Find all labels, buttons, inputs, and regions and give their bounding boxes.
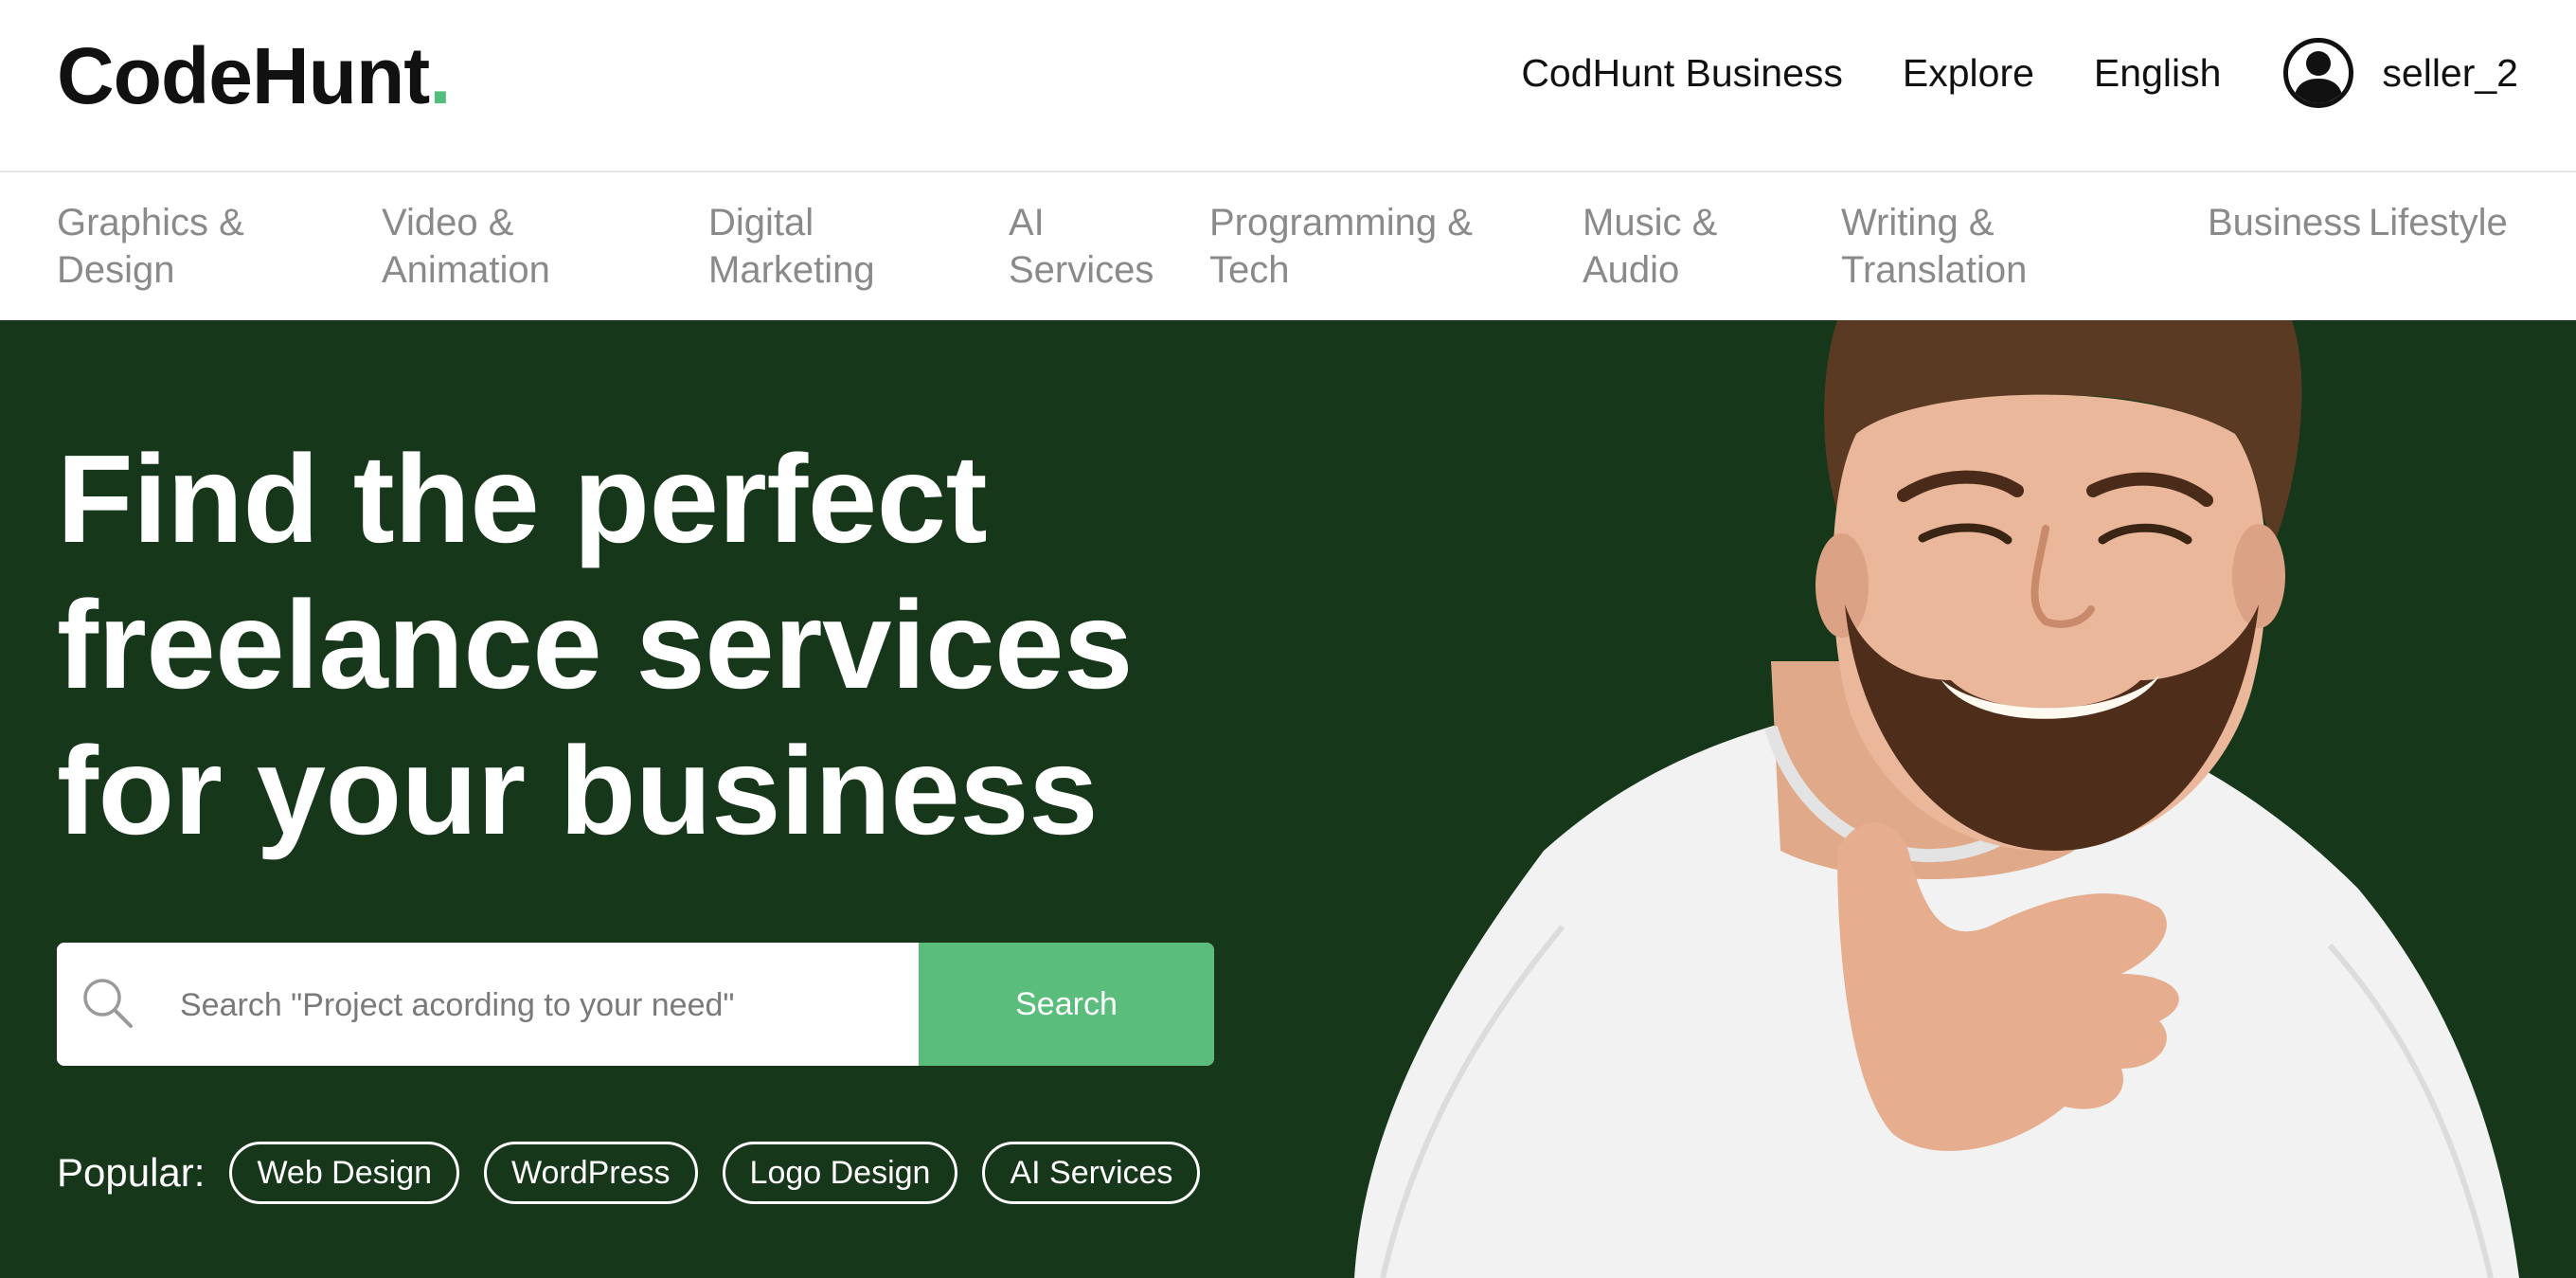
username[interactable]: seller_2 bbox=[2382, 51, 2518, 96]
popular-tag-wordpress[interactable]: WordPress bbox=[484, 1142, 698, 1204]
category-writing-translation[interactable]: Writing & Translation bbox=[1841, 199, 2027, 294]
headline-line: freelance services bbox=[57, 575, 1133, 714]
logo-dot: . bbox=[429, 31, 451, 120]
top-header: CodeHunt. CodHunt Business Explore Engli… bbox=[0, 0, 2576, 172]
category-lifestyle[interactable]: Lifestyle bbox=[2369, 199, 2508, 246]
hero-section: Find the perfect freelance services for … bbox=[0, 320, 2576, 1278]
user-avatar-icon[interactable] bbox=[2283, 38, 2354, 108]
category-video-animation[interactable]: Video & Animation bbox=[382, 199, 550, 294]
category-graphics-design[interactable]: Graphics & Design bbox=[57, 199, 244, 294]
popular-tag-logo-design[interactable]: Logo Design bbox=[722, 1142, 958, 1204]
top-nav: CodHunt Business Explore English seller_… bbox=[1521, 34, 2518, 112]
logo-text: CodeHunt bbox=[57, 31, 430, 120]
category-business[interactable]: Business bbox=[2208, 199, 2361, 246]
search-field bbox=[57, 943, 919, 1066]
category-programming-tech[interactable]: Programming & Tech bbox=[1209, 199, 1473, 294]
search-bar: Search bbox=[57, 943, 1214, 1066]
popular-tag-ai-services[interactable]: AI Services bbox=[982, 1142, 1201, 1204]
logo[interactable]: CodeHunt. bbox=[57, 28, 452, 123]
category-ai-services[interactable]: AI Services bbox=[1009, 199, 1154, 294]
popular-tags: Popular: Web Design WordPress Logo Desig… bbox=[57, 1140, 1225, 1206]
hero-person-image bbox=[1354, 320, 2519, 1278]
hero-headline: Find the perfect freelance services for … bbox=[57, 426, 1288, 864]
search-input[interactable] bbox=[178, 943, 902, 1066]
search-icon bbox=[83, 979, 133, 1028]
user-menu[interactable]: seller_2 bbox=[2283, 38, 2518, 108]
headline-line: for your business bbox=[57, 721, 1099, 860]
popular-tag-web-design[interactable]: Web Design bbox=[229, 1142, 460, 1204]
nav-codhunt-business-link[interactable]: CodHunt Business bbox=[1521, 51, 1843, 96]
category-digital-marketing[interactable]: Digital Marketing bbox=[708, 199, 875, 294]
headline-line: Find the perfect bbox=[57, 429, 988, 568]
search-button[interactable]: Search bbox=[919, 943, 1214, 1066]
category-nav: Graphics & Design Video & Animation Digi… bbox=[0, 172, 2576, 320]
popular-label: Popular: bbox=[57, 1150, 206, 1195]
nav-explore-link[interactable]: Explore bbox=[1903, 51, 2034, 96]
category-music-audio[interactable]: Music & Audio bbox=[1583, 199, 1717, 294]
nav-language-link[interactable]: English bbox=[2094, 51, 2221, 96]
